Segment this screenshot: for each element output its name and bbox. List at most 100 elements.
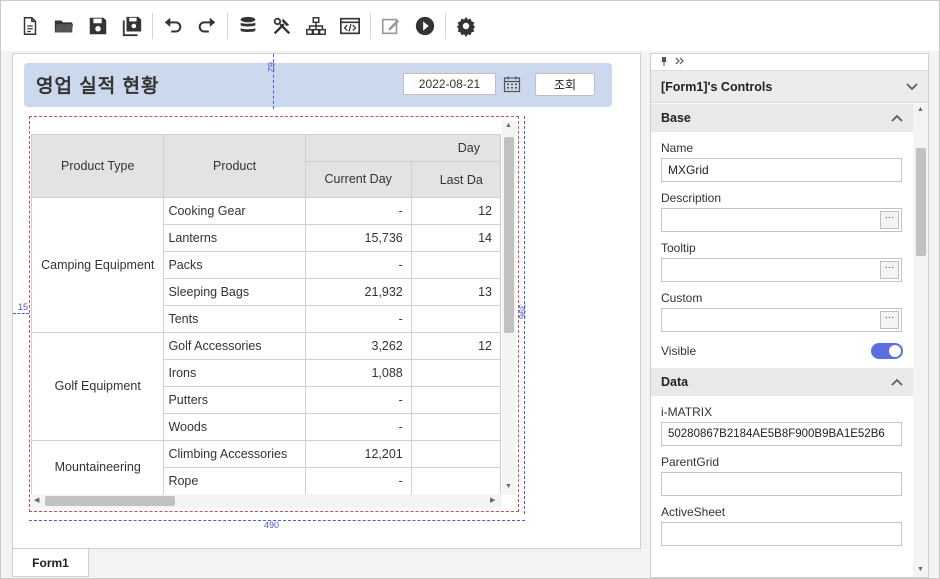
save-all-icon[interactable] xyxy=(115,9,149,43)
calendar-icon[interactable] xyxy=(501,73,523,95)
mx-grid[interactable]: Product Type Product Day Current Day Las… xyxy=(29,116,519,512)
cell-current-day[interactable]: - xyxy=(304,197,412,225)
grid-horizontal-scrollbar[interactable]: ◀ ▶ xyxy=(31,494,502,508)
toolbar-divider xyxy=(152,13,153,39)
cell-product[interactable]: Rope xyxy=(163,467,306,494)
cell-last-day[interactable] xyxy=(410,251,501,279)
header-panel: 영업 실적 현황 2022-08-21 조회 xyxy=(24,63,612,107)
table-row[interactable]: Mountaineering Climbing Accessories 12,201 xyxy=(31,440,501,494)
undo-icon[interactable] xyxy=(156,9,190,43)
grid-vertical-scroll-thumb[interactable] xyxy=(504,137,514,333)
tooltip-ellipsis-button[interactable]: ··· xyxy=(880,261,899,279)
code-icon[interactable] xyxy=(333,9,367,43)
table-row[interactable]: Camping Equipment Cooking Gear -12 xyxy=(31,197,501,333)
cell-product[interactable]: Putters xyxy=(163,386,306,414)
tools-icon[interactable] xyxy=(265,9,299,43)
cell-product[interactable]: Packs xyxy=(163,251,306,279)
cell-product[interactable]: Irons xyxy=(163,359,306,387)
cell-product[interactable]: Lanterns xyxy=(163,224,306,252)
edit-icon[interactable] xyxy=(374,9,408,43)
section-base[interactable]: Base xyxy=(651,104,913,132)
cell-last-day[interactable]: 12 xyxy=(410,197,501,225)
cell-current-day[interactable]: - xyxy=(304,305,412,333)
chevron-down-icon[interactable] xyxy=(906,80,918,94)
header-last-day[interactable]: Last Da xyxy=(410,161,501,198)
cell-product[interactable]: Climbing Accessories xyxy=(163,440,306,468)
cell-current-day[interactable]: 21,932 xyxy=(304,278,412,306)
description-ellipsis-button[interactable]: ··· xyxy=(880,211,899,229)
expand-icon[interactable] xyxy=(675,56,685,69)
description-field[interactable]: ··· xyxy=(661,208,902,232)
settings-icon[interactable] xyxy=(449,9,483,43)
scroll-right-icon[interactable]: ▶ xyxy=(490,496,495,504)
visible-toggle[interactable] xyxy=(871,343,903,359)
cell-product-type[interactable]: Mountaineering xyxy=(31,440,165,494)
cell-current-day[interactable]: - xyxy=(304,413,412,441)
custom-ellipsis-button[interactable]: ··· xyxy=(880,311,899,329)
scroll-left-icon[interactable]: ◀ xyxy=(34,496,39,504)
hierarchy-icon[interactable] xyxy=(299,9,333,43)
cell-current-day[interactable]: 3,262 xyxy=(304,332,412,360)
custom-field[interactable]: ··· xyxy=(661,308,902,332)
search-button[interactable]: 조회 xyxy=(535,73,595,96)
date-input[interactable]: 2022-08-21 xyxy=(403,73,496,95)
cell-product[interactable]: Golf Accessories xyxy=(163,332,306,360)
cell-product[interactable]: Tents xyxy=(163,305,306,333)
visible-label: Visible xyxy=(661,344,697,358)
parentgrid-field[interactable] xyxy=(661,472,902,496)
cell-current-day[interactable]: - xyxy=(304,467,412,494)
cell-last-day[interactable] xyxy=(410,359,501,387)
section-data[interactable]: Data xyxy=(651,368,913,396)
chevron-up-icon[interactable] xyxy=(891,375,903,389)
header-product-type[interactable]: Product Type xyxy=(31,134,165,198)
description-label: Description xyxy=(661,191,722,205)
cell-product[interactable]: Cooking Gear xyxy=(163,197,306,225)
save-icon[interactable] xyxy=(81,9,115,43)
tab-form1[interactable]: Form1 xyxy=(12,549,89,577)
open-folder-icon[interactable] xyxy=(47,9,81,43)
pin-icon[interactable] xyxy=(659,56,669,69)
table-row[interactable]: Golf Equipment Golf Accessories 3,262 12 xyxy=(31,332,501,441)
designer-canvas[interactable]: 영업 실적 현황 2022-08-21 조회 62 15 396 490 Pro… xyxy=(12,53,641,549)
cell-last-day[interactable] xyxy=(410,440,501,468)
header-day[interactable]: Day xyxy=(304,134,501,162)
name-field[interactable]: MXGrid xyxy=(661,158,902,182)
cell-current-day[interactable]: - xyxy=(304,386,412,414)
cell-current-day[interactable]: 12,201 xyxy=(304,440,412,468)
run-icon[interactable] xyxy=(408,9,442,43)
redo-icon[interactable] xyxy=(190,9,224,43)
section-data-label: Data xyxy=(661,375,689,389)
tooltip-field[interactable]: ··· xyxy=(661,258,902,282)
cell-current-day[interactable]: - xyxy=(304,251,412,279)
data-grid[interactable]: Product Type Product Day Current Day Las… xyxy=(31,134,501,494)
header-current-day[interactable]: Current Day xyxy=(304,161,412,198)
chevron-up-icon[interactable] xyxy=(891,111,903,125)
scroll-up-icon[interactable]: ▲ xyxy=(505,122,512,129)
scroll-down-icon[interactable]: ▼ xyxy=(505,483,512,490)
cell-product-type[interactable]: Golf Equipment xyxy=(31,332,165,441)
cell-last-day[interactable] xyxy=(410,305,501,333)
cell-last-day[interactable] xyxy=(410,467,501,494)
grid-horizontal-scroll-thumb[interactable] xyxy=(45,496,175,506)
new-file-icon[interactable] xyxy=(13,9,47,43)
cell-last-day[interactable]: 13 xyxy=(410,278,501,306)
database-icon[interactable] xyxy=(231,9,265,43)
cell-product[interactable]: Sleeping Bags xyxy=(163,278,306,306)
cell-current-day[interactable]: 15,736 xyxy=(304,224,412,252)
cell-current-day[interactable]: 1,088 xyxy=(304,359,412,387)
cell-last-day[interactable]: 14 xyxy=(410,224,501,252)
properties-scroll-thumb[interactable] xyxy=(916,148,926,256)
scroll-down-icon[interactable]: ▼ xyxy=(917,566,924,573)
header-product[interactable]: Product xyxy=(163,134,306,198)
activesheet-field[interactable] xyxy=(661,522,902,546)
custom-label: Custom xyxy=(661,291,703,305)
grid-vertical-scrollbar[interactable]: ▲ ▼ xyxy=(502,121,516,495)
imatrix-field[interactable]: 50280867B2184AE5B8F900B9BA1E52B6 xyxy=(661,422,902,446)
cell-last-day[interactable] xyxy=(410,386,501,414)
cell-last-day[interactable]: 12 xyxy=(410,332,501,360)
cell-product-type[interactable]: Camping Equipment xyxy=(31,197,165,333)
cell-product[interactable]: Woods xyxy=(163,413,306,441)
properties-scrollbar[interactable]: ▲ ▼ xyxy=(913,104,928,577)
cell-last-day[interactable] xyxy=(410,413,501,441)
scroll-up-icon[interactable]: ▲ xyxy=(917,106,924,113)
